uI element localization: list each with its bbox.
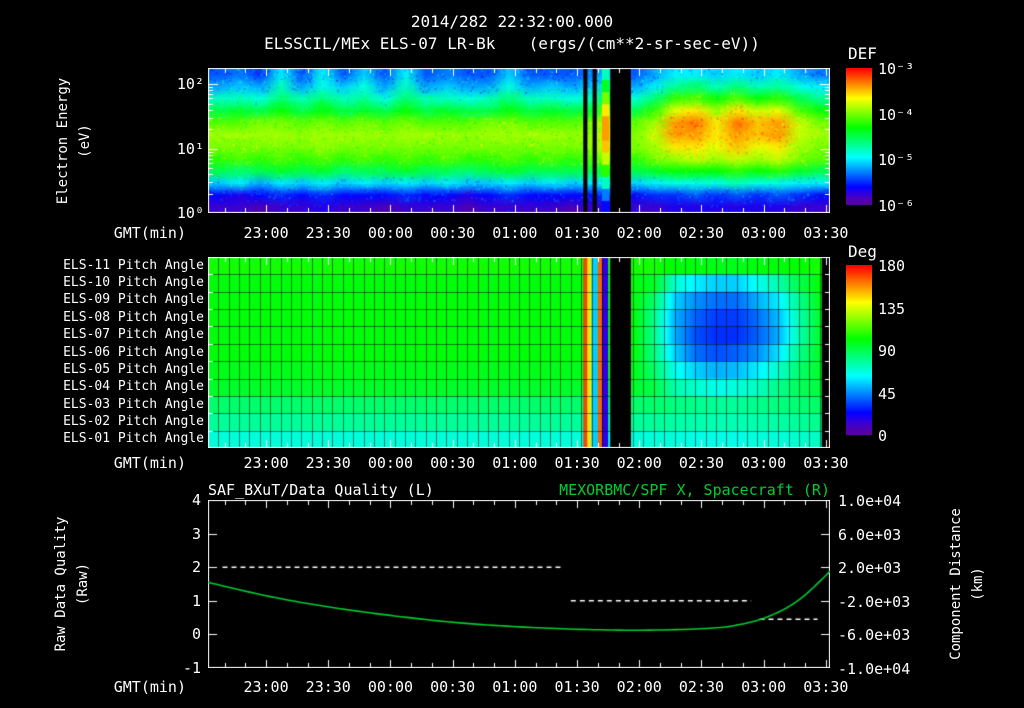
x-tick-label: 00:30 — [430, 678, 476, 696]
colorbar-deg-title: Deg — [848, 242, 877, 261]
x-tick-label: 01:30 — [554, 678, 600, 696]
gmt-axis-caption-1: GMT(min) — [113, 224, 186, 242]
x-tick-label: 23:00 — [243, 454, 289, 472]
cdaweb-science-plot: 2014/282 22:32:00.000 ELSSCIL/MEx ELS-07… — [0, 0, 1024, 708]
gmt-axis-caption-2: GMT(min) — [113, 454, 186, 472]
quality-tick-label: 2 — [191, 558, 201, 577]
deg-colorbar — [846, 265, 872, 435]
def-colorbar-tick: 10⁻⁴ — [878, 105, 915, 124]
x-tick-label: 00:00 — [367, 454, 414, 472]
x-tick-label: 23:00 — [243, 224, 289, 242]
quality-distance-plot — [208, 500, 830, 668]
x-tick-label: 03:00 — [741, 454, 787, 472]
energy-axis-label: Electron Energy (eV) — [52, 78, 96, 204]
pitch-row-label: ELS-03 Pitch Angle — [63, 396, 204, 412]
x-tick-label: 00:00 — [367, 224, 414, 242]
distance-tick-label: 1.0e+04 — [838, 492, 902, 510]
x-tick-label: 00:30 — [430, 224, 476, 242]
pitch-row-label: ELS-08 Pitch Angle — [63, 309, 204, 325]
x-tick-label: 23:30 — [305, 678, 351, 696]
x-tick-label: 03:30 — [803, 678, 849, 696]
quality-tick-label: -1 — [182, 659, 201, 677]
def-colorbar-tick: 10⁻³ — [878, 60, 915, 78]
energy-axis-label-line2: (eV) — [77, 124, 93, 158]
energy-tick-label: 10² — [176, 75, 204, 94]
pitch-row-label: ELS-06 Pitch Angle — [63, 344, 204, 360]
x-tick-label: 03:30 — [803, 454, 849, 472]
flux-units-label: (ergs/(cm**2-sr-sec-eV)) — [528, 34, 760, 53]
deg-colorbar-tick: 135 — [878, 299, 906, 318]
x-tick-label: 01:30 — [554, 224, 600, 242]
energy-tick-label: 10⁰ — [176, 204, 204, 222]
x-tick-label: 23:30 — [305, 454, 351, 472]
x-tick-label: 23:30 — [305, 224, 351, 242]
x-tick-label: 23:00 — [243, 678, 289, 696]
distance-tick-label: -2.0e+03 — [838, 592, 911, 611]
def-colorbar-tick: 10⁻⁵ — [878, 151, 915, 170]
x-tick-label: 02:30 — [678, 454, 725, 472]
deg-colorbar-tick: 0 — [878, 427, 888, 445]
pitch-row-label: ELS-05 Pitch Angle — [63, 361, 204, 377]
plot-timestamp: 2014/282 22:32:00.000 — [410, 12, 614, 31]
x-tick-label: 03:30 — [803, 224, 849, 242]
pitch-row-label: ELS-07 Pitch Angle — [63, 327, 204, 343]
def-colorbar — [846, 68, 872, 205]
distance-tick-label: 6.0e+03 — [838, 525, 902, 544]
x-tick-label: 02:00 — [616, 224, 662, 242]
quality-axis-label-line2: (Raw) — [75, 562, 91, 606]
distance-axis-label: Component Distance (km) — [945, 508, 989, 660]
deg-colorbar-tick: 90 — [878, 342, 897, 360]
x-tick-label: 01:30 — [554, 454, 600, 472]
quality-axis-label-line1: Raw Data Quality — [53, 516, 69, 652]
pitch-row-label: ELS-09 Pitch Angle — [63, 292, 204, 308]
colorbar-def-title: DEF — [848, 44, 877, 63]
pitch-row-label: ELS-11 Pitch Angle — [63, 257, 204, 273]
pitch-row-label: ELS-04 Pitch Angle — [63, 379, 204, 395]
x-tick-label: 02:30 — [678, 678, 725, 696]
distance-tick-label: 2.0e+03 — [838, 559, 902, 578]
x-tick-label: 00:00 — [367, 678, 414, 696]
x-tick-label: 02:00 — [616, 454, 662, 472]
gmt-axis-caption-3: GMT(min) — [113, 678, 186, 696]
electron-energy-spectrogram — [208, 68, 830, 213]
distance-tick-label: -6.0e+03 — [838, 626, 911, 645]
distance-axis-label-line2: (km) — [970, 567, 986, 601]
pitch-row-label: ELS-01 Pitch Angle — [63, 431, 204, 447]
x-tick-label: 03:00 — [741, 224, 787, 242]
x-tick-label: 01:00 — [492, 224, 538, 242]
x-tick-label: 03:00 — [741, 678, 787, 696]
energy-tick-label: 10¹ — [176, 139, 204, 158]
quality-tick-label: 3 — [191, 524, 201, 543]
x-tick-label: 02:30 — [678, 224, 725, 242]
energy-axis-label-line1: Electron Energy — [55, 77, 71, 205]
distance-tick-label: -1.0e+04 — [838, 660, 911, 678]
x-tick-label: 01:00 — [492, 454, 538, 472]
def-colorbar-tick: 10⁻⁶ — [878, 197, 915, 215]
pitch-angle-heatmap — [208, 257, 830, 448]
quality-tick-label: 0 — [191, 625, 201, 644]
x-tick-label: 01:00 — [492, 678, 538, 696]
deg-colorbar-tick: 45 — [878, 384, 897, 403]
pitch-row-label: ELS-10 Pitch Angle — [63, 275, 204, 291]
quality-tick-label: 1 — [191, 591, 201, 610]
instrument-title: ELSSCIL/MEx ELS-07 LR-Bk — [264, 34, 496, 53]
pitch-row-label: ELS-02 Pitch Angle — [63, 413, 204, 429]
x-tick-label: 00:30 — [430, 454, 476, 472]
left-series-title: SAF_BXuT/Data Quality (L) — [208, 481, 434, 499]
distance-axis-label-line1: Component Distance — [948, 508, 964, 660]
right-series-title: MEXORBMC/SPF X, Spacecraft (R) — [559, 481, 830, 499]
quality-tick-label: 4 — [191, 491, 201, 509]
quality-axis-label: Raw Data Quality (Raw) — [50, 517, 94, 652]
x-tick-label: 02:00 — [616, 678, 662, 696]
deg-colorbar-tick: 180 — [878, 257, 906, 275]
